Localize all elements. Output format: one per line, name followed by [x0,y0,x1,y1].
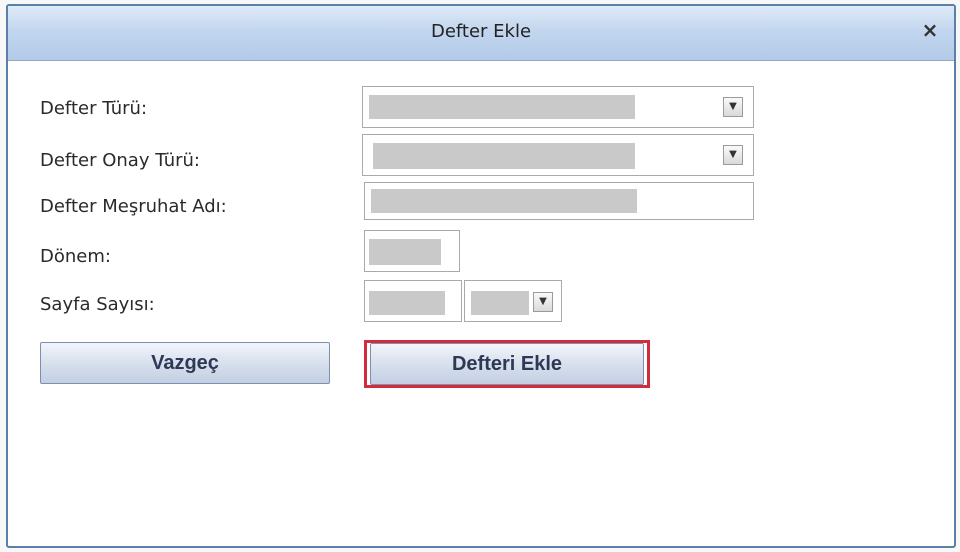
defter-onay-turu-label: Defter Onay Türü: [40,150,200,171]
dialog-titlebar: Defter Ekle × [8,6,954,61]
close-icon[interactable]: × [918,18,942,42]
defter-mesruhat-adi-input[interactable] [364,182,754,220]
sayfa-sayisi-select[interactable]: ▼ [464,280,562,322]
defter-ekle-dialog: Defter Ekle × Defter Türü: ▼ Defter Onay… [6,4,956,548]
donem-input[interactable] [364,230,460,272]
defter-turu-select[interactable]: ▼ [362,86,754,128]
sayfa-sayisi-label: Sayfa Sayısı: [40,294,155,315]
sayfa-sayisi-input[interactable] [364,280,462,322]
chevron-down-icon[interactable]: ▼ [723,97,743,117]
cancel-button[interactable]: Vazgeç [40,342,330,384]
redacted-value [369,291,445,315]
redacted-value [471,291,529,315]
chevron-down-icon[interactable]: ▼ [723,145,743,165]
redacted-value [369,95,635,119]
donem-label: Dönem: [40,246,111,267]
redacted-value [371,189,637,213]
redacted-value [369,239,441,265]
defter-turu-label: Defter Türü: [40,98,148,119]
chevron-down-icon[interactable]: ▼ [533,292,553,312]
add-defter-button[interactable]: Defteri Ekle [370,343,644,385]
redacted-value [373,143,635,169]
defter-onay-turu-select[interactable]: ▼ [362,134,754,176]
dialog-title: Defter Ekle [430,21,532,42]
defter-mesruhat-adi-label: Defter Meşruhat Adı: [40,196,227,217]
